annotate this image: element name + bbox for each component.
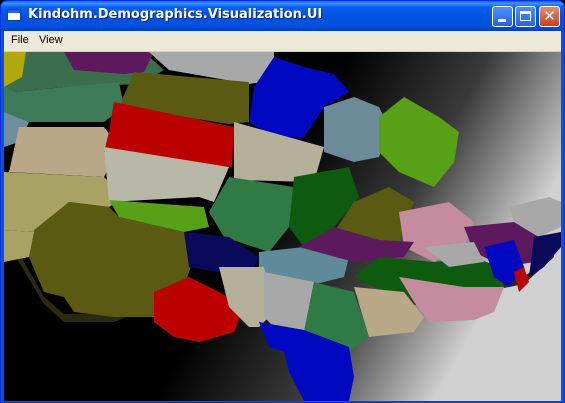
app-window-icon[interactable]	[7, 9, 21, 21]
client-area: File View	[4, 31, 561, 401]
state-map-3d[interactable]	[4, 52, 561, 401]
title-bar[interactable]: Kindohm.Demographics.Visualization.UI ✕	[1, 1, 564, 31]
menu-file[interactable]: File	[11, 34, 29, 46]
maximize-button[interactable]	[515, 6, 536, 27]
minimize-button[interactable]	[492, 6, 513, 27]
close-icon: ✕	[543, 7, 556, 25]
visualization-viewport[interactable]	[4, 52, 561, 401]
maximize-icon	[520, 11, 531, 21]
minimize-icon	[498, 19, 506, 22]
window-title: Kindohm.Demographics.Visualization.UI	[28, 7, 323, 22]
state-region[interactable]	[9, 127, 119, 177]
close-button[interactable]: ✕	[539, 6, 560, 27]
menu-bar: File View	[4, 31, 561, 52]
app-window: Kindohm.Demographics.Visualization.UI ✕ …	[0, 0, 565, 403]
menu-view[interactable]: View	[39, 34, 63, 46]
